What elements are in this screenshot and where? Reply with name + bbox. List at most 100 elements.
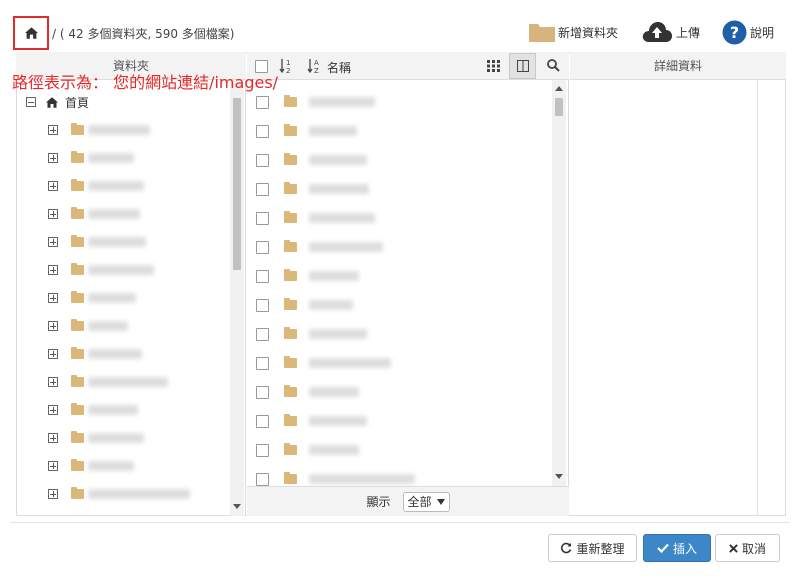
grid-view-icon[interactable] bbox=[487, 60, 501, 72]
file-row[interactable] bbox=[256, 182, 369, 196]
svg-text:1: 1 bbox=[286, 59, 290, 67]
path-annotation: 路徑表示為： 您的網站連結/images/ bbox=[12, 73, 279, 92]
row-checkbox[interactable] bbox=[256, 124, 269, 138]
file-row[interactable] bbox=[256, 269, 359, 283]
row-checkbox[interactable] bbox=[256, 472, 269, 486]
expand-icon[interactable] bbox=[48, 153, 58, 163]
folder-tree-item[interactable] bbox=[48, 263, 154, 277]
folder-scrollbar[interactable] bbox=[230, 80, 244, 516]
folder-tree-item[interactable] bbox=[48, 179, 144, 193]
expand-icon[interactable] bbox=[48, 209, 58, 219]
folder-icon bbox=[284, 472, 297, 484]
folder-icon bbox=[71, 347, 84, 359]
obscured-file-name bbox=[309, 155, 367, 165]
obscured-file-name bbox=[309, 329, 367, 339]
file-row[interactable] bbox=[256, 153, 367, 167]
file-row[interactable] bbox=[256, 124, 357, 138]
folder-tree-item[interactable] bbox=[48, 403, 138, 417]
row-checkbox[interactable] bbox=[256, 153, 269, 167]
refresh-icon bbox=[561, 542, 572, 554]
row-checkbox[interactable] bbox=[256, 269, 269, 283]
expand-icon[interactable] bbox=[48, 349, 58, 359]
file-panel: 1 2 A Z 名稱 顯示 全部 bbox=[247, 52, 569, 516]
sort-za-icon[interactable]: A Z bbox=[307, 58, 321, 74]
file-row[interactable] bbox=[256, 211, 375, 225]
folder-icon bbox=[284, 298, 297, 310]
file-row[interactable] bbox=[256, 95, 375, 109]
cloud-upload-icon bbox=[642, 22, 672, 42]
file-row[interactable] bbox=[256, 414, 367, 428]
help-button[interactable]: ? 說明 bbox=[722, 18, 774, 46]
chevron-down-icon bbox=[436, 498, 445, 505]
home-button[interactable] bbox=[13, 16, 49, 50]
expand-icon[interactable] bbox=[48, 181, 58, 191]
folder-icon bbox=[71, 431, 84, 443]
expand-icon[interactable] bbox=[48, 489, 58, 499]
file-row[interactable] bbox=[256, 472, 415, 486]
file-row[interactable] bbox=[256, 443, 359, 457]
new-folder-button[interactable]: 新增資料夾 bbox=[529, 18, 618, 46]
folder-tree-item[interactable] bbox=[48, 375, 168, 389]
search-icon[interactable] bbox=[547, 59, 560, 72]
name-column-header[interactable]: 名稱 bbox=[327, 59, 351, 76]
row-checkbox[interactable] bbox=[256, 385, 269, 399]
refresh-button[interactable]: 重新整理 bbox=[548, 534, 637, 562]
collapse-icon[interactable] bbox=[26, 97, 36, 107]
expand-icon[interactable] bbox=[48, 405, 58, 415]
obscured-folder-name bbox=[88, 321, 128, 331]
check-icon bbox=[657, 543, 669, 553]
expand-icon[interactable] bbox=[48, 237, 58, 247]
folder-tree-item[interactable] bbox=[48, 347, 142, 361]
row-checkbox[interactable] bbox=[256, 443, 269, 457]
expand-icon[interactable] bbox=[48, 265, 58, 275]
file-row[interactable] bbox=[256, 356, 391, 370]
folder-icon bbox=[284, 414, 297, 426]
row-checkbox[interactable] bbox=[256, 182, 269, 196]
folder-tree-item[interactable] bbox=[48, 207, 140, 221]
row-checkbox[interactable] bbox=[256, 95, 269, 109]
scroll-down-icon[interactable] bbox=[555, 474, 563, 480]
folder-icon bbox=[529, 24, 555, 42]
scroll-thumb[interactable] bbox=[555, 98, 563, 116]
folder-tree-item[interactable] bbox=[48, 291, 136, 305]
expand-icon[interactable] bbox=[48, 293, 58, 303]
expand-icon[interactable] bbox=[48, 321, 58, 331]
folder-tree-item[interactable] bbox=[48, 487, 190, 501]
file-row[interactable] bbox=[256, 240, 383, 254]
expand-icon[interactable] bbox=[48, 377, 58, 387]
file-row[interactable] bbox=[256, 327, 367, 341]
scroll-thumb[interactable] bbox=[233, 98, 241, 270]
expand-icon[interactable] bbox=[48, 433, 58, 443]
footer-divider bbox=[10, 522, 790, 523]
row-checkbox[interactable] bbox=[256, 414, 269, 428]
row-checkbox[interactable] bbox=[256, 356, 269, 370]
obscured-file-name bbox=[309, 213, 375, 223]
tree-root[interactable]: 首頁 bbox=[26, 95, 89, 110]
folder-tree-item[interactable] bbox=[48, 123, 150, 137]
expand-icon[interactable] bbox=[48, 125, 58, 135]
row-checkbox[interactable] bbox=[256, 298, 269, 312]
obscured-folder-name bbox=[88, 125, 150, 135]
expand-icon[interactable] bbox=[48, 461, 58, 471]
list-view-button[interactable] bbox=[509, 53, 536, 79]
sort-az-icon[interactable]: 1 2 bbox=[279, 58, 293, 74]
folder-tree-item[interactable] bbox=[48, 151, 134, 165]
file-scrollbar[interactable] bbox=[552, 80, 566, 486]
cancel-button[interactable]: 取消 bbox=[715, 534, 780, 562]
folder-tree-item[interactable] bbox=[48, 459, 134, 473]
insert-label: 插入 bbox=[672, 541, 697, 556]
file-row[interactable] bbox=[256, 298, 353, 312]
scroll-down-icon[interactable] bbox=[233, 504, 241, 510]
insert-button[interactable]: 插入 bbox=[643, 534, 711, 562]
obscured-folder-name bbox=[88, 265, 154, 275]
row-checkbox[interactable] bbox=[256, 327, 269, 341]
folder-tree-item[interactable] bbox=[48, 319, 128, 333]
folder-tree-item[interactable] bbox=[48, 235, 146, 249]
row-checkbox[interactable] bbox=[256, 211, 269, 225]
scroll-up-icon[interactable] bbox=[555, 86, 563, 92]
folder-tree-item[interactable] bbox=[48, 431, 144, 445]
upload-button[interactable]: 上傳 bbox=[641, 18, 700, 46]
row-checkbox[interactable] bbox=[256, 240, 269, 254]
file-row[interactable] bbox=[256, 385, 359, 399]
show-select[interactable]: 全部 bbox=[402, 491, 450, 512]
